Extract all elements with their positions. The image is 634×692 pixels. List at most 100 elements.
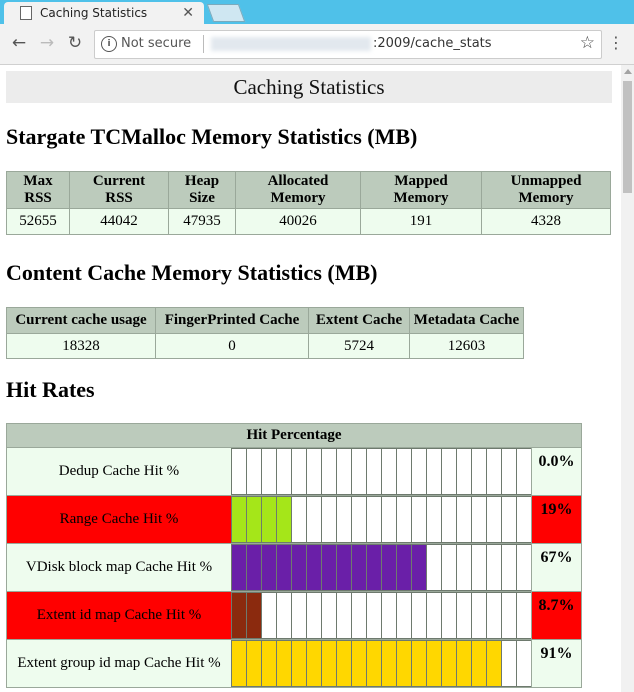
col-unmapped-memory: Unmapped Memory: [481, 171, 611, 209]
hit-bar-empty-cell: [351, 592, 367, 639]
hit-row-label: VDisk block map Cache Hit %: [7, 544, 232, 591]
hit-bar-filled-cell: [471, 640, 487, 687]
hit-bar-svg: [231, 496, 531, 543]
hit-bar-empty-cell: [411, 592, 427, 639]
hit-bar-filled-cell: [396, 544, 412, 591]
hit-row-label: Extent id map Cache Hit %: [7, 592, 232, 639]
hit-bar-empty-cell: [516, 640, 531, 687]
url-text: :2009/cache_stats: [373, 36, 492, 51]
hit-bar-empty-cell: [336, 592, 352, 639]
hit-bar-empty-cell: [276, 448, 292, 495]
hit-row: Dedup Cache Hit % 0.0%: [7, 448, 581, 496]
hit-bar-empty-cell: [381, 496, 397, 543]
tcmalloc-value-row: 52655 44042 47935 40026 191 4328: [6, 208, 611, 235]
hit-bar-filled-cell: [456, 640, 472, 687]
content-cache-value-row: 18328 0 5724 12603: [6, 333, 524, 359]
hit-bar-empty-cell: [336, 448, 352, 495]
hit-bar-empty-cell: [366, 496, 382, 543]
hit-bar-empty-cell: [306, 496, 322, 543]
hit-bar-filled-cell: [276, 640, 292, 687]
col-allocated-memory: Allocated Memory: [235, 171, 361, 209]
hit-bar-filled-cell: [276, 544, 292, 591]
document-icon: [20, 6, 32, 20]
hit-bar-svg: [231, 448, 531, 495]
hit-bar-filled-cell: [246, 544, 262, 591]
hit-bar-filled-cell: [246, 640, 262, 687]
hit-bar-empty-cell: [246, 448, 262, 495]
hit-bar-svg: [231, 640, 531, 687]
hit-row-bar: [231, 592, 531, 639]
hit-rates-table: Hit Percentage Dedup Cache Hit % 0.0% Ra…: [6, 423, 582, 688]
hit-bar-filled-cell: [231, 544, 247, 591]
col-current-rss: Current RSS: [69, 171, 169, 209]
back-arrow-icon[interactable]: ←: [8, 32, 30, 54]
hit-bar-filled-cell: [441, 640, 457, 687]
hit-bar-empty-cell: [381, 448, 397, 495]
bookmark-star-icon[interactable]: ☆: [580, 33, 595, 53]
hit-bar-empty-cell: [501, 544, 517, 591]
address-bar[interactable]: i Not secure :2009/cache_stats ☆: [94, 30, 602, 59]
hit-row-label: Dedup Cache Hit %: [7, 448, 232, 495]
hit-bar-filled-cell: [336, 640, 352, 687]
hit-rates-heading: Hit Rates: [6, 377, 95, 402]
page-content: Caching Statistics Stargate TCMalloc Mem…: [0, 65, 621, 692]
scroll-up-arrow-icon[interactable]: [624, 69, 632, 74]
hit-row: Extent group id map Cache Hit % 91%: [7, 640, 581, 687]
hit-bar-empty-cell: [396, 448, 412, 495]
forward-arrow-icon[interactable]: →: [36, 32, 58, 54]
hit-bar-empty-cell: [426, 592, 442, 639]
hit-bar-empty-cell: [276, 592, 292, 639]
page-scrollbar[interactable]: [621, 65, 634, 692]
hit-bar-empty-cell: [501, 448, 517, 495]
tcmalloc-heading: Stargate TCMalloc Memory Statistics (MB): [6, 124, 418, 149]
hit-bar-empty-cell: [291, 592, 307, 639]
hit-bar-empty-cell: [426, 496, 442, 543]
hit-bar-empty-cell: [291, 448, 307, 495]
hit-row-bar: [231, 640, 531, 687]
content-cache-heading: Content Cache Memory Statistics (MB): [6, 260, 378, 285]
col-extent-cache: Extent Cache: [308, 307, 410, 334]
allocated-memory-value: 40026: [235, 208, 361, 235]
scrollbar-thumb[interactable]: [623, 81, 632, 193]
hit-bar-empty-cell: [321, 496, 337, 543]
hit-bar-filled-cell: [231, 592, 247, 639]
tab-strip: Caching Statistics ✕: [0, 0, 634, 24]
hit-bar-empty-cell: [261, 592, 277, 639]
hit-bar-empty-cell: [501, 640, 517, 687]
hit-row-bar: [231, 544, 531, 591]
hit-bar-filled-cell: [426, 640, 442, 687]
hit-bar-filled-cell: [336, 544, 352, 591]
redacted-host: [211, 37, 371, 51]
hit-bar-empty-cell: [231, 448, 247, 495]
hit-bar-filled-cell: [321, 544, 337, 591]
reload-icon[interactable]: ↻: [64, 32, 86, 54]
mapped-memory-value: 191: [360, 208, 482, 235]
hit-bar-filled-cell: [276, 496, 292, 543]
new-tab-button[interactable]: [206, 4, 246, 22]
hit-bar-filled-cell: [291, 544, 307, 591]
hit-bar-filled-cell: [381, 640, 397, 687]
close-icon[interactable]: ✕: [182, 5, 194, 21]
menu-dots-icon[interactable]: ⋮: [608, 32, 624, 54]
hit-bar-empty-cell: [411, 496, 427, 543]
hit-bar-filled-cell: [351, 544, 367, 591]
col-mapped-memory: Mapped Memory: [360, 171, 482, 209]
hit-bar-empty-cell: [351, 448, 367, 495]
hit-bar-filled-cell: [231, 496, 247, 543]
info-icon[interactable]: i: [101, 36, 117, 52]
hit-bar-filled-cell: [246, 496, 262, 543]
hit-bar-empty-cell: [471, 544, 487, 591]
max-rss-value: 52655: [6, 208, 70, 235]
fingerprinted-cache-value: 0: [155, 333, 309, 359]
hit-bar-filled-cell: [261, 496, 277, 543]
hit-bar-filled-cell: [486, 640, 502, 687]
heap-size-value: 47935: [168, 208, 236, 235]
hit-bar-empty-cell: [516, 448, 531, 495]
hit-bar-empty-cell: [456, 496, 472, 543]
hit-bar-empty-cell: [306, 448, 322, 495]
hit-bar-empty-cell: [396, 592, 412, 639]
current-cache-usage-value: 18328: [6, 333, 156, 359]
hit-bar-svg: [231, 592, 531, 639]
hit-bar-empty-cell: [501, 592, 517, 639]
browser-tab[interactable]: Caching Statistics ✕: [4, 2, 204, 24]
